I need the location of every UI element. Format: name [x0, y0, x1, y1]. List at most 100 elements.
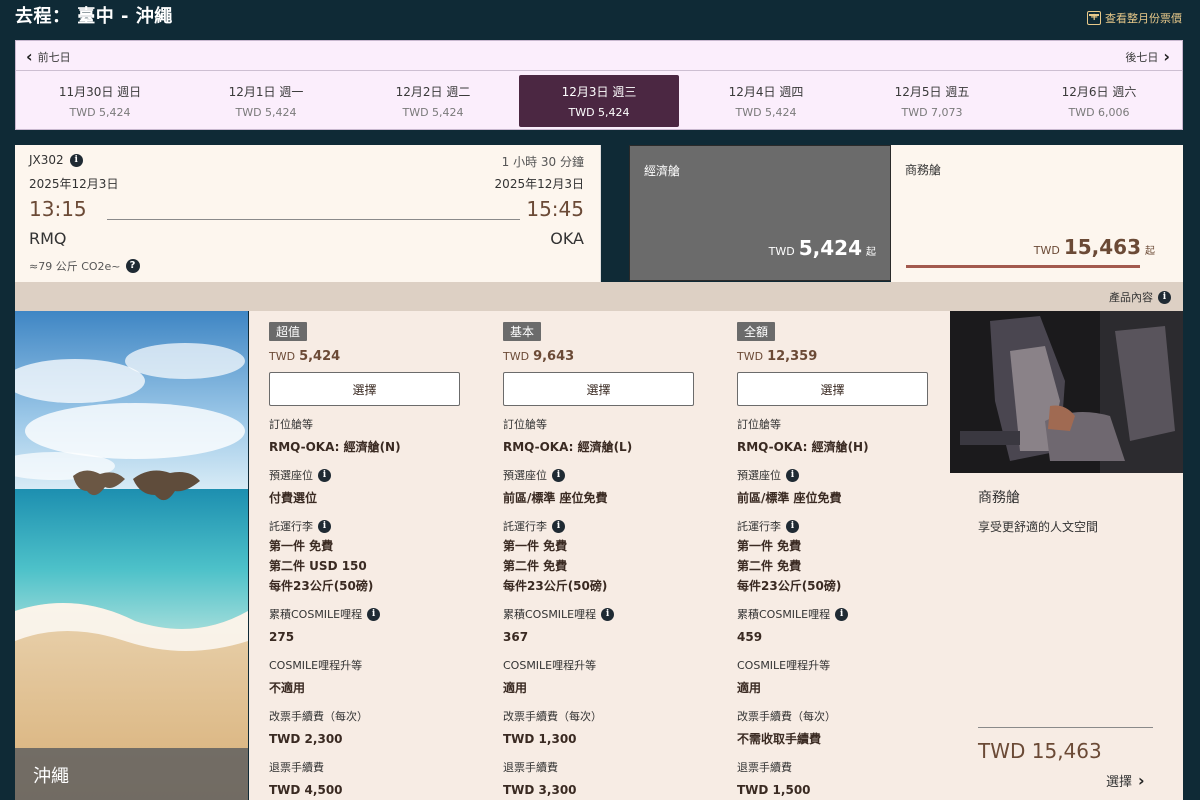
price-amount: 12,359 [767, 349, 818, 364]
day-label: 12月2日 週二 [395, 85, 471, 99]
baggage-line: 每件23公斤(50磅) [503, 579, 608, 593]
select-fare-button[interactable]: 選擇 [503, 372, 694, 406]
currency: TWD [269, 350, 296, 363]
seat-selection-label: 預選座位 i [269, 467, 463, 483]
miles-label: 累積COSMILE哩程 i [269, 606, 463, 622]
price-amount: 5,424 [798, 236, 862, 260]
cabin-name: 經濟艙 [644, 164, 681, 178]
fare-price: TWD 9,643 [503, 349, 697, 364]
route-line [107, 219, 520, 220]
info-icon[interactable]: i [552, 519, 565, 533]
upgrade-label: COSMILE哩程升等 [503, 659, 597, 672]
destination-photo: 沖繩 [15, 311, 248, 800]
departure-time: 13:15 [29, 197, 87, 221]
select-fare-button[interactable]: 選擇 [737, 372, 928, 406]
flight-duration: 1 小時 30 分鐘 [501, 155, 584, 169]
day-option[interactable]: 12月2日 週二 TWD 5,424 [353, 75, 513, 127]
seat-selection-text: 預選座位 [269, 469, 313, 482]
booking-class-value: RMQ-OKA: 經濟艙(H) [737, 440, 869, 454]
day-option[interactable]: 12月4日 週四 TWD 5,424 [686, 75, 846, 127]
business-promo-title: 商務艙 [978, 490, 1020, 506]
miles-value: 367 [503, 630, 529, 644]
seat-selection-value: 付費選位 [269, 491, 318, 505]
seat-selection-text: 預選座位 [503, 469, 547, 482]
price-amount: 15,463 [1063, 235, 1141, 259]
change-fee-value: TWD 2,300 [269, 732, 343, 746]
product-details-link[interactable]: 產品內容 i [1109, 289, 1171, 305]
seat-selection-label: 預選座位 i [503, 467, 697, 483]
info-icon[interactable]: i [69, 153, 83, 167]
miles-label: 累積COSMILE哩程 i [737, 606, 931, 622]
calendar-icon [1087, 11, 1101, 25]
business-promo-price: TWD 15,463 [978, 739, 1102, 763]
miles-text: 累積COSMILE哩程 [269, 608, 363, 621]
miles-value: 459 [737, 630, 763, 644]
cabin-business-option[interactable]: 商務艙 TWD 15,463 起 [891, 145, 1183, 282]
chevron-right-icon: › [1138, 770, 1145, 790]
change-fee-value: 不需收取手續費 [737, 732, 822, 746]
day-option[interactable]: 12月1日 週一 TWD 5,424 [186, 75, 346, 127]
change-fee-label: 改票手續費（每次） [269, 710, 368, 723]
info-icon[interactable]: i [786, 519, 799, 533]
day-option[interactable]: 12月6日 週六 TWD 6,006 [1019, 75, 1179, 127]
booking-class-value: RMQ-OKA: 經濟艙(L) [503, 440, 633, 454]
info-icon[interactable]: i [786, 468, 799, 482]
help-icon[interactable]: ? [125, 259, 140, 273]
select-fare-button[interactable]: 選擇 [269, 372, 460, 406]
day-option-selected[interactable]: 12月3日 週三 TWD 5,424 [519, 75, 679, 127]
info-icon[interactable]: i [601, 607, 615, 621]
cabin-price: TWD 15,463 起 [1034, 235, 1155, 259]
booking-class-label: 訂位艙等 [503, 418, 547, 431]
miles-text: 累積COSMILE哩程 [737, 608, 831, 621]
info-icon[interactable]: i [367, 607, 381, 621]
miles-label: 累積COSMILE哩程 i [503, 606, 697, 622]
miles-value: 275 [269, 630, 295, 644]
baggage-line: 第一件 免費 [737, 539, 802, 553]
info-icon[interactable]: i [552, 468, 565, 482]
next-week-button[interactable]: 後七日 › [1125, 49, 1170, 65]
chevron-left-icon: ‹ [26, 47, 33, 66]
info-icon[interactable]: i [835, 607, 849, 621]
refund-fee-value: TWD 4,500 [269, 783, 343, 797]
info-icon[interactable]: i [318, 519, 331, 533]
departure-airport: RMQ [29, 229, 67, 248]
currency: TWD [1033, 244, 1060, 257]
monthly-fare-label: 查看整月份票價 [1105, 12, 1182, 25]
fare-name-badge: 超值 [269, 322, 308, 341]
cabin-name: 商務艙 [905, 163, 942, 177]
baggage-label: 託運行李 i [737, 518, 931, 534]
day-option[interactable]: 12月5日 週五 TWD 7,073 [852, 75, 1012, 127]
co2-text: ≈79 公斤 CO2e~ [29, 260, 121, 273]
baggage-line: 第二件 免費 [503, 559, 568, 573]
info-icon[interactable]: i [318, 468, 331, 482]
day-option[interactable]: 11月30日 週日 TWD 5,424 [20, 75, 180, 127]
day-label: 12月1日 週一 [228, 85, 304, 99]
cabin-price: TWD 5,424 起 [769, 236, 876, 260]
day-price: TWD 7,073 [901, 106, 963, 119]
cabin-highlight-bar [906, 265, 1140, 268]
day-price: TWD 6,006 [1068, 106, 1130, 119]
top-bar: 去程： 臺中 - 沖繩 查看整月份票價 [0, 0, 1200, 36]
seat-selection-text: 預選座位 [737, 469, 781, 482]
day-price: TWD 5,424 [69, 106, 131, 119]
upgrade-label: COSMILE哩程升等 [269, 659, 363, 672]
next-week-label: 後七日 [1125, 51, 1159, 64]
flight-number: JX302 i [29, 153, 83, 167]
seat-selection-value: 前區/標準 座位免費 [503, 491, 608, 505]
baggage-text: 託運行李 [269, 520, 313, 533]
baggage-label: 託運行李 i [503, 518, 697, 534]
price-amount: 5,424 [299, 349, 341, 364]
destination-caption: 沖繩 [15, 748, 248, 800]
upgrade-label: COSMILE哩程升等 [737, 659, 831, 672]
monthly-fare-link[interactable]: 查看整月份票價 [1087, 10, 1182, 26]
business-select-link[interactable]: 選擇 › [1106, 771, 1145, 790]
baggage-value: 第一件 免費 第二件 USD 150 每件23公斤(50磅) [269, 536, 463, 596]
seat-selection-value: 前區/標準 座位免費 [737, 491, 842, 505]
arrival-time: 15:45 [526, 197, 584, 221]
divider [978, 727, 1153, 728]
baggage-line: 第一件 免費 [503, 539, 568, 553]
day-price: TWD 5,424 [235, 106, 297, 119]
prev-week-button[interactable]: ‹ 前七日 [26, 49, 71, 65]
business-class-promo: 商務艙 享受更舒適的人文空間 TWD 15,463 選擇 › [950, 311, 1183, 800]
cabin-economy-option[interactable]: 經濟艙 TWD 5,424 起 [629, 145, 891, 281]
